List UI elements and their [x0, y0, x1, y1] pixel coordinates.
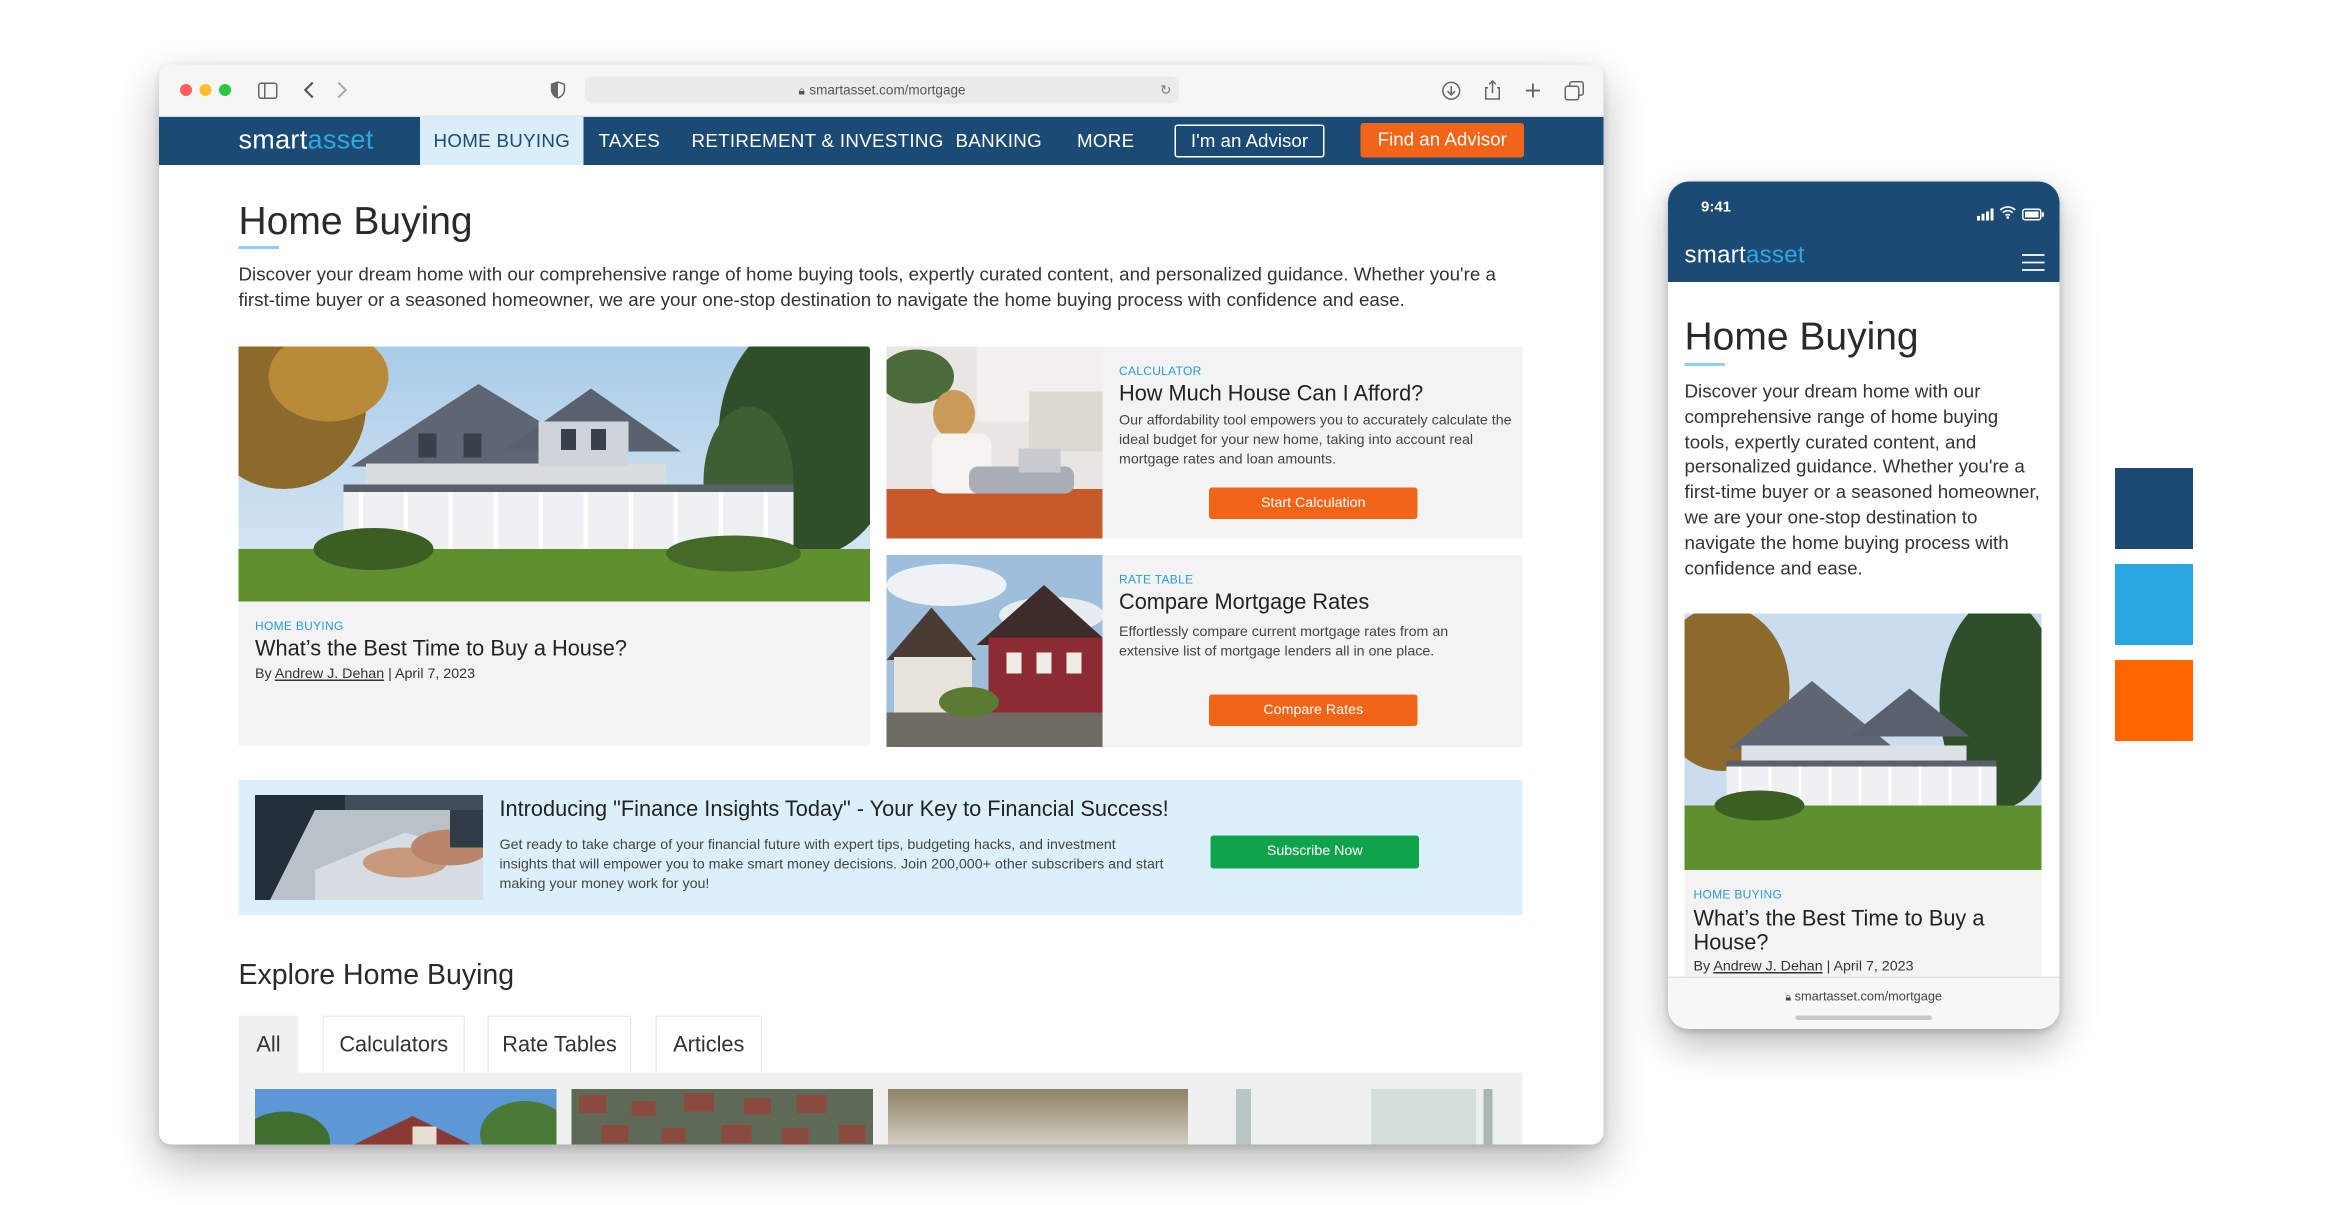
start-calculation-button[interactable]: Start Calculation — [1209, 487, 1418, 519]
calculator-card[interactable]: Calculator How Much House Can I Afford? … — [886, 346, 1523, 539]
color-swatch-orange — [2115, 660, 2193, 741]
byline-date: April 7, 2023 — [394, 666, 476, 683]
featured-byline: By Andrew J. Dehan | April 7, 2023 — [255, 666, 475, 683]
status-time: 9:41 — [1701, 199, 1732, 217]
calculator-description: Our affordability tool empowers you to a… — [1119, 412, 1512, 469]
grid-thumbnail-interior[interactable] — [1206, 1089, 1502, 1145]
battery-icon — [2022, 201, 2045, 228]
tab-calculators[interactable]: Calculators — [322, 1015, 465, 1073]
nav-item-retirement-investing[interactable]: Retirement & Investing — [692, 117, 944, 165]
mortgage-rates-card[interactable]: Rate Table Compare Mortgage Rates Effort… — [886, 555, 1523, 747]
mobile-phone-frame: 9:41 smartasset Home Buying Discover you… — [1668, 181, 2060, 1029]
home-indicator[interactable] — [1795, 1015, 1932, 1020]
nav-item-home-buying[interactable]: Home Buying — [420, 117, 584, 165]
mobile-featured-byline: By Andrew J. Dehan | April 7, 2023 — [1694, 959, 1914, 976]
browser-toolbar: 🔒︎ smartasset.com/mortgage ↻ + — [159, 64, 1604, 117]
tab-all[interactable]: All — [238, 1015, 299, 1073]
byline-prefix: By — [255, 666, 272, 683]
mobile-logo-asset: asset — [1746, 243, 1805, 269]
cellular-signal-icon — [1977, 201, 1995, 228]
phone-status-bar: 9:41 — [1668, 181, 2060, 242]
mobile-lock-icon: 🔒︎ — [1785, 993, 1792, 1004]
byline-separator: | — [388, 666, 392, 683]
hamburger-menu-icon[interactable] — [2022, 252, 2045, 279]
explore-heading: Explore Home Buying — [238, 960, 515, 992]
mobile-address-bar[interactable]: 🔒︎ smartasset.com/mortgage — [1668, 976, 2060, 1029]
address-bar[interactable]: 🔒︎ smartasset.com/mortgage ↻ — [585, 76, 1179, 104]
tab-rate-tables[interactable]: Rate Tables — [487, 1015, 632, 1073]
share-icon[interactable] — [1481, 78, 1505, 102]
mobile-byline-prefix: By — [1693, 958, 1711, 976]
title-underline — [238, 246, 279, 249]
featured-kicker: Home Buying — [255, 619, 344, 634]
featured-article-card[interactable]: Home Buying What’s the Best Time to Buy … — [238, 346, 870, 746]
rates-kicker: Rate Table — [1119, 573, 1194, 587]
wifi-icon — [1999, 200, 2017, 227]
promo-title: Introducing "Finance Insights Today" - Y… — [499, 798, 1169, 822]
subscribe-now-button[interactable]: Subscribe Now — [1210, 835, 1419, 869]
rates-title[interactable]: Compare Mortgage Rates — [1119, 591, 1369, 615]
mobile-logo-smart: smart — [1684, 243, 1746, 269]
color-swatch-sky-blue — [2115, 564, 2193, 645]
forward-arrow-icon[interactable] — [332, 78, 353, 102]
grid-thumbnail-aerial[interactable] — [571, 1089, 873, 1145]
mobile-byline-date: April 7, 2023 — [1833, 958, 1914, 976]
byline-author-link[interactable]: Andrew J. Dehan — [275, 666, 384, 683]
mobile-site-header: smartasset — [1668, 241, 2060, 282]
mobile-featured-card[interactable]: Home Buying What’s the Best Time to Buy … — [1684, 613, 2042, 980]
compare-rates-button[interactable]: Compare Rates — [1209, 694, 1418, 726]
reload-icon[interactable]: ↻ — [1160, 77, 1171, 104]
nav-item-taxes[interactable]: Taxes — [599, 117, 661, 165]
find-an-advisor-button[interactable]: Find an Advisor — [1360, 123, 1524, 158]
mockup-canvas: 🔒︎ smartasset.com/mortgage ↻ + smartasset… — [0, 0, 2344, 1205]
mobile-featured-title[interactable]: What’s the Best Time to Buy a House? — [1694, 908, 2024, 956]
featured-title[interactable]: What’s the Best Time to Buy a House? — [255, 638, 627, 662]
mobile-page-intro: Discover your dream home with our compre… — [1684, 381, 2040, 579]
woman-laptop-photo — [886, 346, 1103, 539]
mobile-smartasset-logo[interactable]: smartasset — [1685, 243, 1805, 270]
address-url: smartasset.com/mortgage — [809, 82, 966, 98]
laptop-typing-photo — [255, 795, 483, 900]
promo-description: Get ready to take charge of your financi… — [499, 837, 1164, 893]
back-arrow-icon[interactable] — [299, 78, 320, 102]
tab-articles[interactable]: Articles — [655, 1015, 762, 1073]
mobile-byline-separator: | — [1826, 958, 1831, 976]
grid-thumbnail-blur[interactable] — [888, 1089, 1188, 1145]
lock-icon: 🔒︎ — [798, 84, 805, 98]
mobile-title-underline — [1684, 363, 1725, 366]
new-tab-plus-icon[interactable]: + — [1521, 77, 1545, 104]
sidebar-icon[interactable] — [255, 78, 279, 102]
close-window-dot[interactable] — [180, 84, 192, 96]
color-swatch-navy — [2115, 468, 2193, 549]
logo-smart: smart — [238, 124, 308, 155]
calculator-title[interactable]: How Much House Can I Afford? — [1119, 383, 1423, 407]
nav-item-more[interactable]: More — [1077, 117, 1134, 165]
download-icon[interactable] — [1439, 78, 1463, 102]
mobile-page-title: Home Buying — [1684, 313, 1919, 359]
house-photo — [238, 346, 870, 602]
calculator-kicker: Calculator — [1119, 364, 1202, 379]
newsletter-promo-banner: Introducing "Finance Insights Today" - Y… — [238, 780, 1523, 915]
rates-description: Effortlessly compare current mortgage ra… — [1119, 624, 1449, 660]
tab-overview-icon[interactable] — [1562, 78, 1586, 102]
houses-street-photo — [886, 555, 1103, 747]
desktop-browser-window: 🔒︎ smartasset.com/mortgage ↻ + smartasset… — [159, 64, 1604, 1145]
smartasset-logo[interactable]: smartasset — [239, 125, 374, 157]
mobile-byline-author-link[interactable]: Andrew J. Dehan — [1713, 959, 1822, 976]
maximize-window-dot[interactable] — [219, 84, 231, 96]
privacy-shield-icon[interactable] — [548, 78, 569, 102]
minimize-window-dot[interactable] — [199, 84, 212, 96]
logo-asset: asset — [307, 124, 374, 155]
nav-item-banking[interactable]: Banking — [956, 117, 1043, 165]
site-navigation: smartasset Home Buying Taxes Retirement … — [159, 117, 1604, 165]
page-title: Home Buying — [238, 198, 473, 243]
page-intro: Discover your dream home with our compre… — [238, 264, 1496, 311]
im-an-advisor-button[interactable]: I'm an Advisor — [1174, 124, 1325, 158]
mobile-featured-kicker: Home Buying — [1693, 888, 1783, 902]
mobile-url-text: smartasset.com/mortgage — [1794, 988, 1943, 1004]
mobile-house-photo — [1684, 613, 2042, 870]
grid-thumbnail-house[interactable] — [255, 1089, 557, 1145]
mobile-url-row: 🔒︎ smartasset.com/mortgage — [1668, 989, 2060, 1006]
